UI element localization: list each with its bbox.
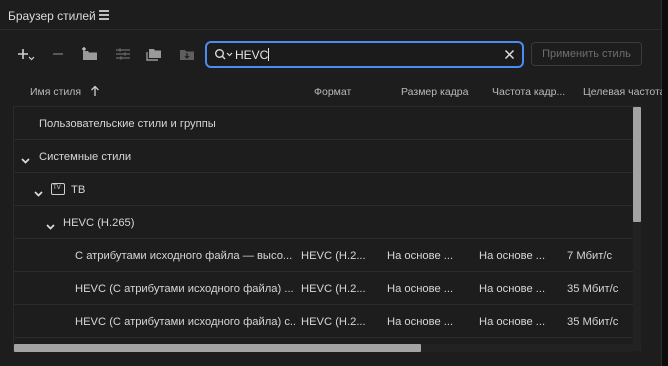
preset-name: HEVC (С атрибутами исходного файла) ... [75,283,294,295]
search-input[interactable]: HEVC [235,48,270,62]
panel-title: Браузер стилей [8,9,96,23]
hamburger-icon[interactable] [99,10,109,20]
sort-ascending-icon[interactable] [90,85,100,97]
column-header-target-rate[interactable]: Целевая частота [583,86,662,98]
chevron-down-icon[interactable] [34,186,43,197]
column-header-frame-rate[interactable]: Частота кадр... [492,86,565,98]
preset-row[interactable]: С атрибутами исходного файла — высо... H… [14,239,634,272]
preset-name: С атрибутами исходного файла — высо... [75,250,293,262]
panel-header: Браузер стилей [0,0,662,30]
tree-row-label: HEVC (H.265) [63,217,135,229]
preset-tree: Пользовательские стили и группы Системны… [13,106,641,352]
preset-target-rate: 7 Мбит/с [567,250,613,262]
vertical-scrollbar[interactable] [633,107,641,351]
remove-icon[interactable] [50,46,68,62]
preset-row[interactable]: HEVC (С атрибутами исходного файла) с...… [14,305,634,338]
preset-frame-size: На основе ... [387,316,454,328]
preset-format: HEVC (H.2... [301,316,366,328]
new-group-icon[interactable] [81,46,99,62]
column-headers: Имя стиля Формат Размер кадра Частота ка… [0,80,662,104]
preset-browser-panel: Браузер стилей HEVC Применить стиль Имя … [0,0,662,366]
preset-format: HEVC (H.2... [301,283,366,295]
column-header-format[interactable]: Формат [314,86,351,98]
column-header-frame-size[interactable]: Размер кадра [401,86,468,98]
settings-icon[interactable] [114,46,132,62]
tree-row-system-presets[interactable]: Системные стили [14,140,634,173]
tv-icon: TV [51,183,65,195]
close-icon[interactable] [503,48,516,61]
preset-name: HEVC (С атрибутами исходного файла) с... [75,316,295,328]
tree-row-tv[interactable]: TV ТВ [14,173,634,206]
horizontal-scrollbar[interactable] [14,344,633,352]
preset-frame-size: На основе ... [387,283,454,295]
preset-frame-rate: На основе ... [479,316,546,328]
tree-row-label: ТВ [71,184,86,196]
add-dropdown-icon[interactable] [17,46,35,62]
search-field[interactable]: HEVC [205,41,524,68]
vertical-scrollbar-thumb[interactable] [633,107,641,222]
preset-target-rate: 35 Мбит/с [567,316,619,328]
duplicate-icon[interactable] [145,46,163,62]
search-dropdown-icon[interactable] [214,48,234,62]
preset-frame-size: На основе ... [387,250,454,262]
preset-format: HEVC (H.2... [301,250,366,262]
import-icon[interactable] [178,46,196,62]
horizontal-scrollbar-thumb[interactable] [14,344,421,352]
preset-frame-rate: На основе ... [479,250,546,262]
chevron-down-icon[interactable] [21,153,30,164]
preset-frame-rate: На основе ... [479,283,546,295]
tree-row-user-presets[interactable]: Пользовательские стили и группы [14,107,634,140]
column-header-name[interactable]: Имя стиля [30,86,81,98]
tree-row-label: Системные стили [39,151,132,163]
tree-row-hevc-group[interactable]: HEVC (H.265) [14,206,634,239]
tree-row-label: Пользовательские стили и группы [39,118,216,130]
preset-target-rate: 35 Мбит/с [567,283,619,295]
preset-row[interactable]: HEVC (С атрибутами исходного файла) ... … [14,272,634,305]
apply-preset-button[interactable]: Применить стиль [531,42,642,66]
chevron-down-icon[interactable] [46,219,55,230]
